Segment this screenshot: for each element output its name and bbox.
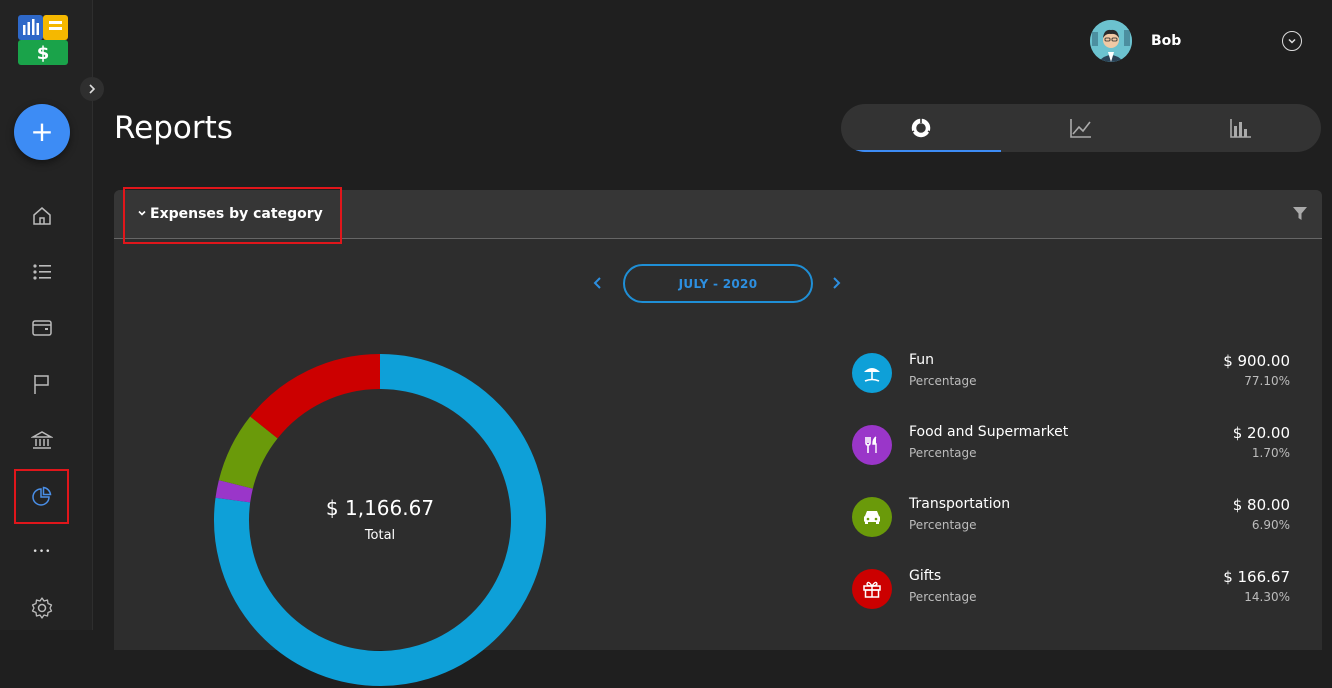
category-amount: $ 166.67	[1223, 568, 1290, 586]
expenses-panel: Expenses by category JULY - 2020 $ 1,166…	[114, 187, 1322, 686]
line-chart-icon	[1070, 119, 1091, 138]
app-logo[interactable]: $	[18, 15, 68, 65]
category-percent: 6.90%	[1251, 518, 1290, 532]
gear-icon[interactable]	[30, 596, 54, 620]
category-sub: Percentage	[909, 374, 977, 388]
category-item-transportation[interactable]: Transportation Percentage $ 80.00 6.90%	[852, 494, 1290, 544]
month-label: JULY - 2020	[678, 276, 758, 291]
more-label: •••	[32, 547, 52, 557]
list-icon[interactable]	[30, 260, 54, 284]
category-amount: $ 20.00	[1232, 424, 1290, 442]
category-percent: 14.30%	[1244, 590, 1290, 604]
report-view-switch	[841, 104, 1321, 152]
user-name[interactable]: Bob	[1151, 33, 1181, 49]
avatar[interactable]	[1090, 20, 1132, 62]
bank-icon[interactable]	[30, 428, 54, 452]
category-amount: $ 900.00	[1223, 352, 1290, 370]
category-percent: 1.70%	[1251, 446, 1290, 460]
category-name: Transportation	[909, 496, 1011, 512]
chevron-down-icon	[1288, 38, 1296, 44]
donut-chart-icon	[910, 118, 932, 138]
sidebar: $ + •••	[0, 0, 93, 630]
reports-nav-highlight	[14, 469, 69, 524]
flag-icon[interactable]	[30, 372, 54, 396]
category-icon-bg	[852, 353, 892, 393]
cutlery-icon	[865, 436, 877, 453]
wallet-icon[interactable]	[30, 316, 54, 340]
month-selector[interactable]: JULY - 2020	[623, 264, 813, 303]
beach-umbrella-icon	[864, 368, 880, 382]
donut-slice-food-and-supermarket[interactable]	[215, 480, 253, 503]
category-icon-bg	[852, 497, 892, 537]
svg-text:$: $	[37, 43, 50, 64]
page-title: Reports	[114, 110, 233, 146]
category-name: Fun	[909, 352, 935, 368]
category-sub: Percentage	[909, 590, 977, 604]
car-icon	[864, 511, 880, 524]
panel-header[interactable]: Expenses by category	[114, 187, 1322, 244]
chevron-right-icon	[89, 84, 96, 94]
home-icon[interactable]	[30, 204, 54, 228]
add-transaction-button[interactable]: +	[14, 104, 70, 160]
add-label: +	[30, 115, 54, 148]
next-month-button[interactable]	[830, 276, 842, 290]
title-highlight-box	[123, 187, 342, 244]
bar-chart-icon	[1230, 119, 1251, 138]
category-sub: Percentage	[909, 446, 977, 460]
category-icon-bg	[852, 569, 892, 609]
category-item-fun[interactable]: Fun Percentage $ 900.00 77.10%	[852, 350, 1290, 400]
category-amount: $ 80.00	[1232, 496, 1290, 514]
category-name: Gifts	[909, 568, 942, 584]
donut-slice-gifts[interactable]	[250, 354, 381, 439]
user-menu-button[interactable]	[1282, 31, 1302, 51]
sidebar-expand-button[interactable]	[80, 77, 104, 101]
category-item-food[interactable]: Food and Supermarket Percentage $ 20.00 …	[852, 422, 1290, 472]
donut-total-value: $ 1,166.67	[325, 496, 435, 520]
donut-slice-transportation[interactable]	[218, 416, 278, 490]
previous-month-button[interactable]	[592, 276, 604, 290]
tab-bar-chart[interactable]	[1161, 104, 1321, 152]
category-name: Food and Supermarket	[909, 424, 1069, 440]
category-icon-bg	[852, 425, 892, 465]
category-item-gifts[interactable]: Gifts Percentage $ 166.67 14.30%	[852, 566, 1290, 616]
gift-icon	[863, 581, 881, 598]
donut-total-label: Total	[364, 528, 396, 543]
tab-line-chart[interactable]	[1001, 104, 1161, 152]
category-percent: 77.10%	[1244, 374, 1290, 388]
filter-icon[interactable]	[1293, 207, 1307, 221]
donut-chart	[214, 354, 546, 686]
tab-donut-chart[interactable]	[841, 104, 1001, 152]
category-sub: Percentage	[909, 518, 977, 532]
more-icon[interactable]: •••	[30, 540, 54, 564]
